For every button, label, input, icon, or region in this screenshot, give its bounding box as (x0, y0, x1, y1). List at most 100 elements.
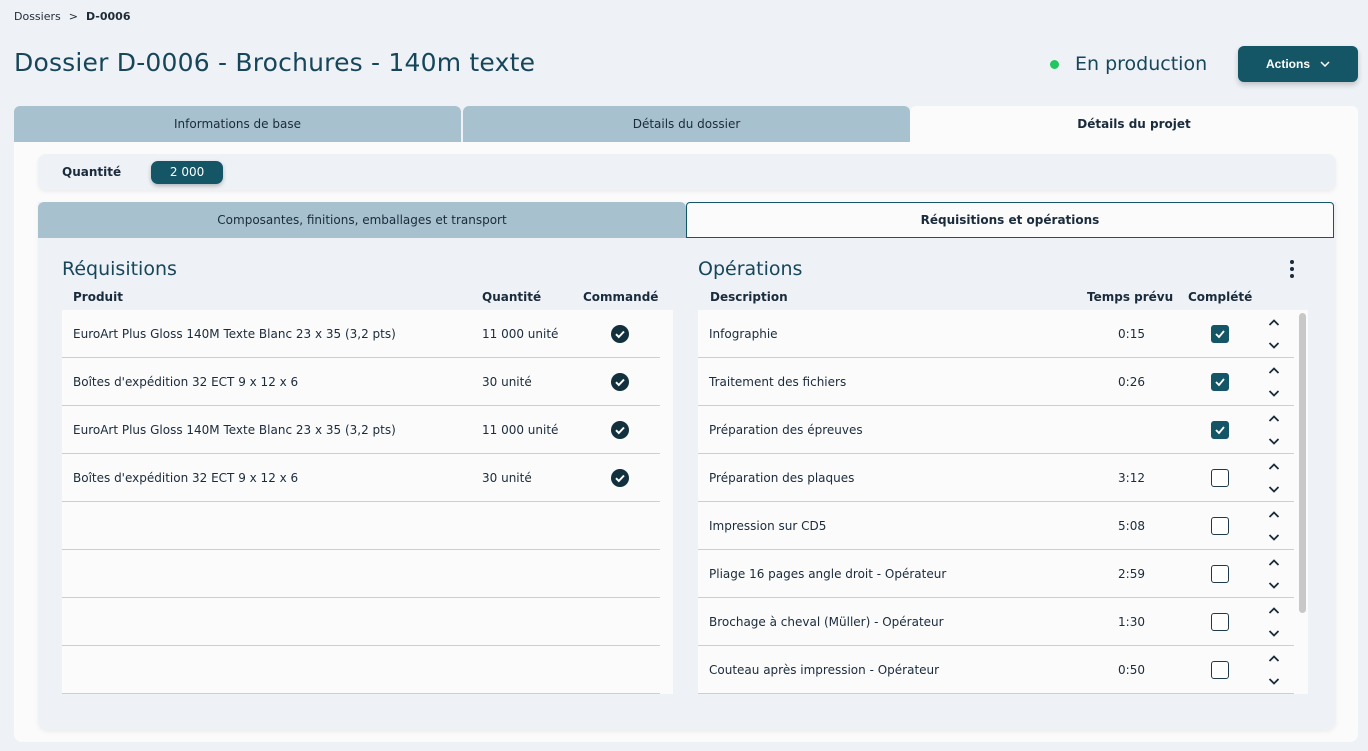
op-time: 1:30 (1118, 614, 1145, 629)
req-header-quantity: Quantité (482, 290, 542, 304)
status-indicator: En production (1050, 53, 1207, 75)
chevron-down-icon[interactable] (1268, 533, 1280, 541)
empty-row (62, 502, 660, 550)
reorder-arrows[interactable] (1268, 414, 1280, 445)
table-row[interactable]: Boîtes d'expédition 32 ECT 9 x 12 x 6 30… (62, 358, 660, 406)
chevron-down-icon[interactable] (1268, 389, 1280, 397)
chevron-down-icon[interactable] (1268, 629, 1280, 637)
operations-scrollbar-thumb[interactable] (1299, 313, 1306, 613)
op-complete-checkbox[interactable] (1211, 516, 1229, 535)
chevron-down-icon (1320, 61, 1330, 67)
check-circle-icon (611, 420, 629, 439)
requisitions-scroll-gutter (660, 310, 673, 694)
op-time: 0:50 (1118, 662, 1145, 677)
reorder-arrows[interactable] (1268, 654, 1280, 685)
req-quantity: 30 unité (482, 374, 532, 389)
tab-informations-de-base[interactable]: Informations de base (14, 106, 461, 142)
table-row[interactable]: Pliage 16 pages angle droit - Opérateur … (698, 550, 1294, 598)
operations-table: Infographie 0:15 Traitement des fichiers… (698, 310, 1294, 694)
quantity-value-badge[interactable]: 2 000 (151, 160, 224, 184)
op-complete-checkbox[interactable] (1211, 468, 1229, 487)
sub-tabs: Composantes, finitions, emballages et tr… (38, 202, 1336, 238)
op-complete-checkbox[interactable] (1211, 372, 1229, 391)
chevron-up-icon[interactable] (1268, 318, 1280, 326)
op-time: 0:15 (1118, 326, 1145, 341)
req-header-ordered: Commandé (583, 290, 659, 304)
table-row[interactable]: Boîtes d'expédition 32 ECT 9 x 12 x 6 30… (62, 454, 660, 502)
op-complete-checkbox[interactable] (1211, 420, 1229, 439)
page-title: Dossier D-0006 - Brochures - 140m texte (14, 48, 536, 77)
op-description: Traitement des fichiers (709, 374, 847, 389)
requisitions-title: Réquisitions (62, 258, 177, 280)
breadcrumb-root[interactable]: Dossiers (14, 10, 61, 23)
table-row[interactable]: Traitement des fichiers 0:26 (698, 358, 1294, 406)
chevron-down-icon[interactable] (1268, 581, 1280, 589)
actions-button-label: Actions (1265, 57, 1310, 71)
empty-row (62, 550, 660, 598)
main-tabs: Informations de base Détails du dossier … (14, 106, 1358, 142)
subtab-requisitions-operations[interactable]: Réquisitions et opérations (686, 202, 1334, 238)
chevron-up-icon[interactable] (1268, 366, 1280, 374)
reorder-arrows[interactable] (1268, 318, 1280, 349)
check-circle-icon (611, 372, 629, 391)
op-header-description: Description (710, 290, 788, 304)
reorder-arrows[interactable] (1268, 606, 1280, 637)
more-options-icon[interactable] (1284, 258, 1300, 280)
actions-button[interactable]: Actions (1238, 46, 1358, 82)
breadcrumb-separator: > (68, 10, 78, 23)
op-complete-checkbox[interactable] (1211, 324, 1229, 343)
tab-details-du-dossier[interactable]: Détails du dossier (463, 106, 910, 142)
table-row[interactable]: Préparation des épreuves (698, 406, 1294, 454)
op-description: Infographie (709, 326, 778, 341)
subtab-composantes[interactable]: Composantes, finitions, emballages et tr… (38, 202, 686, 238)
chevron-up-icon[interactable] (1268, 414, 1280, 422)
requisitions-table: EuroArt Plus Gloss 140M Texte Blanc 23 x… (62, 310, 660, 694)
table-row[interactable]: Préparation des plaques 3:12 (698, 454, 1294, 502)
chevron-up-icon[interactable] (1268, 606, 1280, 614)
req-product: EuroArt Plus Gloss 140M Texte Blanc 23 x… (73, 422, 396, 437)
reorder-arrows[interactable] (1268, 558, 1280, 589)
chevron-down-icon[interactable] (1268, 341, 1280, 349)
table-row[interactable]: Brochage à cheval (Müller) - Opérateur 1… (698, 598, 1294, 646)
op-complete-checkbox[interactable] (1211, 660, 1229, 679)
op-time: 3:12 (1118, 470, 1145, 485)
op-description: Pliage 16 pages angle droit - Opérateur (709, 566, 947, 581)
reorder-arrows[interactable] (1268, 510, 1280, 541)
table-row[interactable]: EuroArt Plus Gloss 140M Texte Blanc 23 x… (62, 310, 660, 358)
reorder-arrows[interactable] (1268, 462, 1280, 493)
chevron-down-icon[interactable] (1268, 437, 1280, 445)
table-row[interactable]: Impression sur CD5 5:08 (698, 502, 1294, 550)
operations-title: Opérations (698, 258, 803, 280)
chevron-up-icon[interactable] (1268, 462, 1280, 470)
op-time: 2:59 (1118, 566, 1145, 581)
op-complete-checkbox[interactable] (1211, 612, 1229, 631)
op-time: 0:26 (1118, 374, 1145, 389)
chevron-down-icon[interactable] (1268, 485, 1280, 493)
chevron-up-icon[interactable] (1268, 558, 1280, 566)
req-quantity: 11 000 unité (482, 422, 559, 437)
tab-details-du-projet[interactable]: Détails du projet (910, 106, 1358, 142)
chevron-up-icon[interactable] (1268, 510, 1280, 518)
table-row[interactable]: Couteau après impression - Opérateur 0:5… (698, 646, 1294, 694)
op-description: Couteau après impression - Opérateur (709, 662, 940, 677)
op-description: Brochage à cheval (Müller) - Opérateur (709, 614, 944, 629)
req-product: Boîtes d'expédition 32 ECT 9 x 12 x 6 (73, 470, 299, 485)
breadcrumb: Dossiers > D-0006 (14, 10, 130, 23)
req-header-product: Produit (73, 290, 123, 304)
chevron-up-icon[interactable] (1268, 654, 1280, 662)
empty-row (62, 598, 660, 646)
op-description: Préparation des épreuves (709, 422, 863, 437)
op-header-done: Complété (1188, 290, 1253, 304)
quantity-label: Quantité (62, 165, 122, 179)
op-complete-checkbox[interactable] (1211, 564, 1229, 583)
reorder-arrows[interactable] (1268, 366, 1280, 397)
chevron-down-icon[interactable] (1268, 677, 1280, 685)
req-product: Boîtes d'expédition 32 ECT 9 x 12 x 6 (73, 374, 299, 389)
op-header-time: Temps prévu (1087, 290, 1174, 304)
table-row[interactable]: Infographie 0:15 (698, 310, 1294, 358)
op-time: 5:08 (1118, 518, 1145, 533)
checkmark-icon (1215, 329, 1225, 338)
check-circle-icon (611, 468, 629, 487)
checkmark-icon (1215, 425, 1225, 434)
table-row[interactable]: EuroArt Plus Gloss 140M Texte Blanc 23 x… (62, 406, 660, 454)
